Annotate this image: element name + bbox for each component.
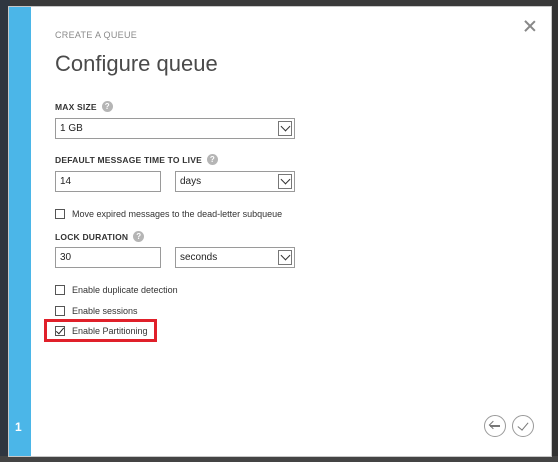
duplicate-detection-checkbox[interactable] — [55, 285, 65, 295]
checkmark-icon — [517, 418, 529, 431]
duplicate-detection-option[interactable]: Enable duplicate detection — [55, 285, 178, 295]
close-icon[interactable] — [523, 19, 537, 33]
duplicate-detection-label: Enable duplicate detection — [72, 285, 178, 295]
lock-duration-value: 30 — [60, 252, 72, 263]
step-number: 1 — [15, 420, 22, 434]
configure-queue-dialog: 1 CREATE A QUEUE Configure queue MAX SIZ… — [8, 6, 552, 457]
confirm-button[interactable] — [512, 415, 534, 437]
help-icon[interactable]: ? — [101, 101, 113, 112]
ttl-unit-select[interactable]: days — [175, 171, 295, 192]
back-button[interactable] — [484, 415, 506, 437]
step-bar: 1 — [9, 7, 31, 456]
dialog-kicker: CREATE A QUEUE — [55, 30, 138, 40]
sessions-option[interactable]: Enable sessions — [55, 306, 138, 316]
highlight-box — [44, 319, 157, 342]
ttl-unit-value: days — [180, 176, 202, 187]
ttl-value: 14 — [60, 176, 72, 187]
chevron-down-icon[interactable] — [278, 174, 292, 189]
chevron-down-icon[interactable] — [278, 121, 292, 136]
help-icon[interactable]: ? — [206, 154, 218, 165]
max-size-value: 1 GB — [60, 123, 83, 134]
back-arrow-icon — [490, 425, 500, 427]
ttl-label-text: DEFAULT MESSAGE TIME TO LIVE — [55, 154, 202, 165]
lock-duration-label: LOCK DURATION ? — [55, 231, 145, 242]
chevron-down-icon[interactable] — [278, 250, 292, 265]
ttl-label: DEFAULT MESSAGE TIME TO LIVE ? — [55, 154, 218, 165]
max-size-label-text: MAX SIZE — [55, 101, 97, 112]
ttl-input[interactable]: 14 — [55, 171, 161, 192]
max-size-select[interactable]: 1 GB — [55, 118, 295, 139]
max-size-label: MAX SIZE ? — [55, 101, 113, 112]
dead-letter-option[interactable]: Move expired messages to the dead-letter… — [55, 209, 282, 219]
page-title: Configure queue — [55, 51, 218, 76]
lock-unit-value: seconds — [180, 252, 218, 263]
dead-letter-label: Move expired messages to the dead-letter… — [72, 209, 283, 219]
lock-duration-label-text: LOCK DURATION — [55, 231, 129, 242]
sessions-label: Enable sessions — [72, 306, 138, 316]
lock-unit-select[interactable]: seconds — [175, 247, 295, 268]
dead-letter-checkbox[interactable] — [55, 209, 65, 219]
lock-duration-input[interactable]: 30 — [55, 247, 161, 268]
help-icon[interactable]: ? — [133, 231, 145, 242]
sessions-checkbox[interactable] — [55, 306, 65, 316]
